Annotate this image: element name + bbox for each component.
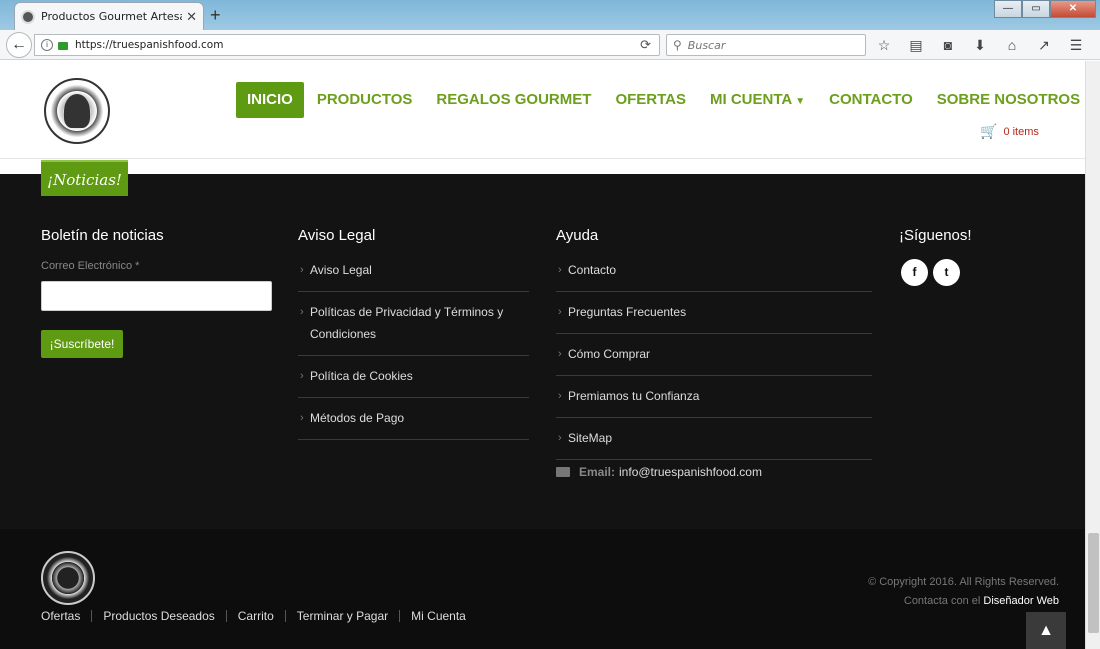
search-icon: ⚲ — [673, 38, 682, 52]
window-titlebar: Productos Gourmet Artesano ✕ + — ▭ ✕ — [0, 0, 1100, 30]
designer-link[interactable]: Diseñador Web — [983, 595, 1059, 607]
social-title: ¡Síguenos! — [899, 227, 972, 244]
back-arrow-icon: ← — [11, 36, 27, 53]
browser-tab[interactable]: Productos Gourmet Artesano ✕ — [14, 2, 204, 30]
designer-line: Contacta con el Diseñador Web — [868, 592, 1059, 611]
link-aviso-legal[interactable]: Aviso Legal — [298, 250, 529, 292]
back-button[interactable]: ← — [6, 32, 32, 58]
site-header: INICIO PRODUCTOS REGALOS GOURMET OFERTAS… — [0, 61, 1085, 159]
link-sitemap[interactable]: SiteMap — [556, 418, 872, 460]
nav-ofertas[interactable]: OFERTAS — [604, 82, 697, 118]
email-field[interactable] — [41, 281, 272, 311]
chevron-up-icon: ▲ — [1038, 622, 1054, 639]
download-icon[interactable]: ⬇ — [970, 36, 990, 54]
address-bar[interactable]: i https://truespanishfood.com ⟳ — [34, 34, 660, 56]
bottom-links: Ofertas Productos Deseados Carrito Termi… — [41, 609, 466, 623]
divider — [399, 610, 401, 622]
reading-list-icon[interactable]: ▤ — [906, 36, 926, 54]
link-faq[interactable]: Preguntas Frecuentes — [556, 292, 872, 334]
restore-button[interactable]: ▭ — [1022, 0, 1050, 18]
nav-sobre-nosotros[interactable]: SOBRE NOSOTROS — [926, 82, 1091, 118]
cart-icon: 🛒 — [980, 123, 998, 139]
help-links: Contacto Preguntas Frecuentes Cómo Compr… — [556, 250, 872, 460]
site-logo[interactable] — [44, 78, 110, 144]
bottom-link-carrito[interactable]: Carrito — [238, 609, 274, 623]
window-controls: — ▭ ✕ — [994, 0, 1096, 18]
link-contacto[interactable]: Contacto — [556, 250, 872, 292]
new-tab-button[interactable]: + — [210, 5, 221, 26]
facebook-icon[interactable]: f — [901, 259, 928, 286]
search-input[interactable] — [685, 37, 846, 53]
pocket-icon[interactable]: ◙ — [938, 36, 958, 54]
legal-links: Aviso Legal Políticas de Privacidad y Té… — [298, 250, 529, 440]
email-label: Correo Electrónico * — [41, 260, 140, 272]
designer-prefix: Contacta con el — [903, 595, 981, 607]
toolbar-icons: ☆ ▤ ◙ ⬇ ⌂ ↗ ☰ — [874, 36, 1086, 54]
link-privacidad[interactable]: Políticas de Privacidad y Términos y Con… — [298, 292, 529, 356]
chevron-down-icon: ▼ — [795, 96, 806, 107]
page-scrollbar[interactable] — [1085, 61, 1100, 649]
nav-inicio[interactable]: INICIO — [236, 82, 304, 118]
social-links: f t — [901, 259, 960, 286]
divider — [225, 610, 227, 622]
url-text[interactable]: https://truespanishfood.com — [75, 39, 223, 51]
link-cookies[interactable]: Política de Cookies — [298, 356, 529, 398]
email-label-bold: Email: — [579, 465, 616, 479]
copyright-text: © Copyright 2016. All Rights Reserved. — [868, 576, 1059, 588]
browser-toolbar: ← i https://truespanishfood.com ⟳ ⚲ ☆ ▤ … — [0, 30, 1100, 60]
home-icon[interactable]: ⌂ — [1002, 36, 1022, 54]
scroll-thumb[interactable] — [1088, 533, 1099, 633]
envelope-icon — [556, 467, 570, 477]
subscribe-button[interactable]: ¡Suscríbete! — [41, 330, 123, 358]
nav-mi-cuenta[interactable]: MI CUENTA ▼ — [699, 82, 816, 118]
bottom-link-mi-cuenta[interactable]: Mi Cuenta — [411, 609, 466, 623]
copyright: © Copyright 2016. All Rights Reserved. C… — [868, 573, 1059, 611]
bottom-link-ofertas[interactable]: Ofertas — [41, 609, 80, 623]
newsletter-title: Boletín de noticias — [41, 227, 164, 244]
link-como-comprar[interactable]: Cómo Comprar — [556, 334, 872, 376]
cart-count: 0 items — [1003, 125, 1039, 138]
legal-title: Aviso Legal — [298, 227, 376, 244]
scroll-to-top-button[interactable]: ▲ — [1026, 612, 1066, 649]
close-window-button[interactable]: ✕ — [1050, 0, 1096, 18]
main-nav: INICIO PRODUCTOS REGALOS GOURMET OFERTAS… — [236, 82, 1093, 118]
extension-icon[interactable]: ↗ — [1034, 36, 1054, 54]
nav-contacto[interactable]: CONTACTO — [818, 82, 924, 118]
divider — [284, 610, 286, 622]
link-metodos-pago[interactable]: Métodos de Pago — [298, 398, 529, 440]
reload-icon[interactable]: ⟳ — [640, 37, 651, 53]
link-premiamos[interactable]: Premiamos tu Confianza — [556, 376, 872, 418]
info-icon[interactable]: i — [41, 39, 53, 51]
minimize-button[interactable]: — — [994, 0, 1022, 18]
noticias-tab[interactable]: ¡Noticias! — [41, 160, 128, 196]
help-title: Ayuda — [556, 227, 599, 244]
site-favicon-icon — [21, 9, 35, 24]
search-bar[interactable]: ⚲ — [666, 34, 866, 56]
divider — [91, 610, 93, 622]
nav-regalos-gourmet[interactable]: REGALOS GOURMET — [425, 82, 602, 118]
bottom-link-checkout[interactable]: Terminar y Pagar — [297, 609, 388, 623]
tab-close-icon[interactable]: ✕ — [186, 9, 197, 25]
twitter-icon[interactable]: t — [933, 259, 960, 286]
email-address[interactable]: info@truespanishfood.com — [619, 465, 762, 479]
cart-link[interactable]: 🛒 0 items — [980, 123, 1039, 140]
menu-icon[interactable]: ☰ — [1066, 36, 1086, 54]
nav-mi-cuenta-label: MI CUENTA — [710, 91, 793, 108]
bookmark-star-icon[interactable]: ☆ — [874, 36, 894, 54]
tree-logo-icon — [64, 94, 90, 128]
nav-productos[interactable]: PRODUCTOS — [306, 82, 424, 118]
bottom-link-deseados[interactable]: Productos Deseados — [103, 609, 214, 623]
lock-icon — [58, 42, 68, 50]
contact-email: Email: info@truespanishfood.com — [556, 465, 762, 479]
footer-logo[interactable] — [41, 551, 95, 605]
tab-title: Productos Gourmet Artesano — [41, 10, 182, 23]
